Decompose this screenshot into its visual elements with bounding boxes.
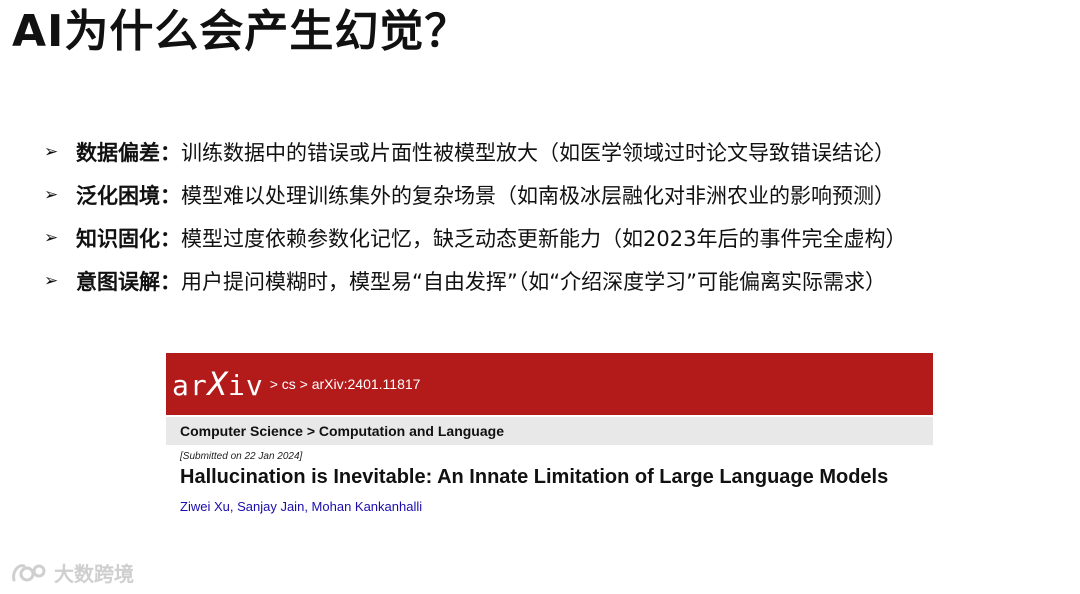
- author-list: Ziwei Xu, Sanjay Jain, Mohan Kankanhalli: [180, 499, 423, 514]
- bullet-term: 知识固化：: [76, 226, 181, 251]
- bullet-item: ➢ 知识固化： 模型过度依赖参数化记忆，缺乏动态更新能力（如2023年后的事件完…: [44, 216, 1074, 259]
- arrow-bullet-icon: ➢: [44, 184, 59, 205]
- watermark-text: 大数跨境: [54, 562, 134, 586]
- arxiv-header: arXiv > cs > arXiv:2401.11817: [166, 353, 933, 415]
- submission-date: [Submitted on 22 Jan 2024]: [180, 451, 303, 462]
- bullet-description: 用户提问模糊时，模型易“自由发挥”（如“介绍深度学习”可能偏离实际需求）: [181, 269, 887, 294]
- slide-title: AI为什么会产生幻觉？: [12, 6, 470, 57]
- author-link[interactable]: Sanjay Jain: [237, 499, 304, 514]
- bullet-description: 模型难以处理训练集外的复杂场景（如南极冰层融化对非洲农业的影响预测）: [181, 183, 895, 208]
- arxiv-logo-left: ar: [172, 369, 208, 402]
- author-link[interactable]: Ziwei Xu: [180, 499, 230, 514]
- bullet-term: 泛化困境：: [76, 183, 181, 208]
- bullet-item: ➢ 数据偏差： 训练数据中的错误或片面性被模型放大（如医学领域过时论文导致错误结…: [44, 130, 1074, 173]
- watermark: 大数跨境: [10, 558, 134, 587]
- arrow-bullet-icon: ➢: [44, 141, 59, 162]
- bullet-list: ➢ 数据偏差： 训练数据中的错误或片面性被模型放大（如医学领域过时论文导致错误结…: [44, 130, 1074, 302]
- author-link[interactable]: Mohan Kankanhalli: [312, 499, 423, 514]
- breadcrumb[interactable]: > cs > arXiv:2401.11817: [270, 376, 421, 392]
- bullet-item: ➢ 泛化困境： 模型难以处理训练集外的复杂场景（如南极冰层融化对非洲农业的影响预…: [44, 173, 1074, 216]
- bullet-description: 训练数据中的错误或片面性被模型放大（如医学领域过时论文导致错误结论）: [181, 140, 895, 165]
- bullet-term: 数据偏差：: [76, 140, 181, 165]
- arxiv-logo-x: X: [207, 365, 228, 403]
- arrow-bullet-icon: ➢: [44, 270, 59, 291]
- bullet-item: ➢ 意图误解： 用户提问模糊时，模型易“自由发挥”（如“介绍深度学习”可能偏离实…: [44, 259, 1074, 302]
- bullet-description: 模型过度依赖参数化记忆，缺乏动态更新能力（如2023年后的事件完全虚构）: [181, 226, 907, 251]
- arxiv-screenshot: arXiv > cs > arXiv:2401.11817 Computer S…: [166, 353, 933, 533]
- arrow-bullet-icon: ➢: [44, 227, 59, 248]
- subject-bar[interactable]: Computer Science > Computation and Langu…: [166, 417, 933, 445]
- brand-logo-icon: [12, 563, 46, 581]
- bullet-term: 意图误解：: [76, 269, 181, 294]
- arxiv-logo-right: iv: [227, 369, 264, 402]
- paper-title: Hallucination is Inevitable: An Innate L…: [180, 466, 889, 488]
- arxiv-logo[interactable]: arXiv: [172, 365, 264, 403]
